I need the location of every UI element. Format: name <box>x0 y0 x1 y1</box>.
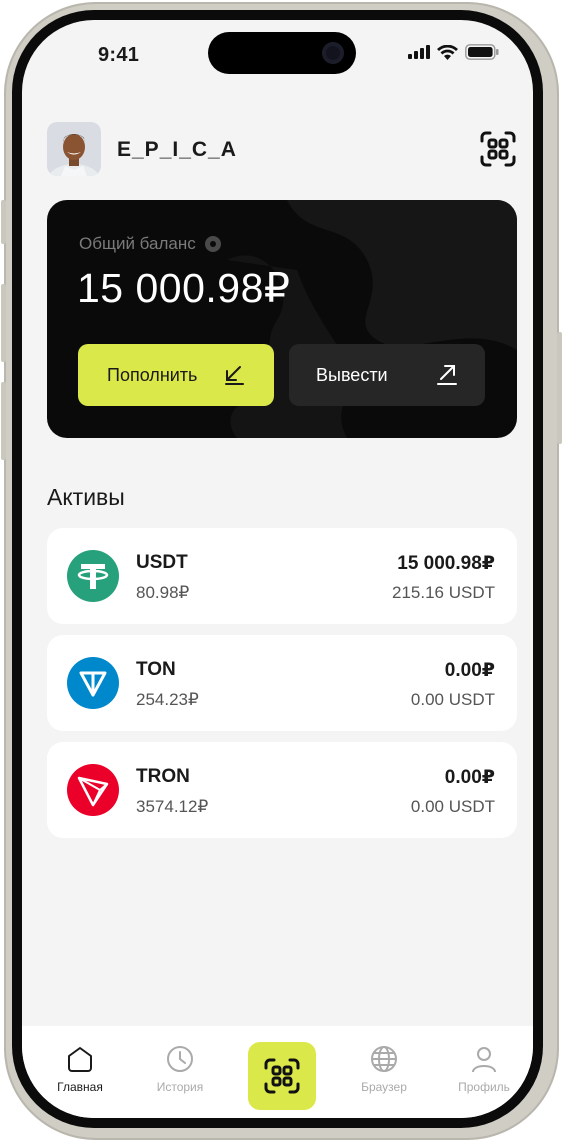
asset-price: 80.98₽ <box>136 583 190 602</box>
balance-card: Общий баланс 15 000.98₽ Пополнить Вывест… <box>47 200 517 438</box>
asset-name: TON <box>136 659 176 680</box>
volume-up-button <box>1 284 6 362</box>
dynamic-island <box>208 32 356 74</box>
tether-icon <box>67 550 119 602</box>
signal-icon <box>408 45 430 59</box>
header: E_P_I_C_A <box>47 122 517 176</box>
volume-down-button <box>1 382 6 460</box>
home-icon <box>68 1047 92 1072</box>
withdraw-label: Вывести <box>316 364 388 385</box>
balance-label: Общий баланс <box>79 234 222 254</box>
asset-item-usdt[interactable]: USDT 80.98₽ 15 000.98₽ 215.16 USDT <box>47 528 517 624</box>
tron-icon <box>67 764 119 816</box>
user-icon <box>472 1047 496 1073</box>
tab-scan[interactable] <box>248 1042 316 1110</box>
topup-button[interactable]: Пополнить <box>78 344 274 406</box>
arrow-up-right-icon <box>437 365 457 385</box>
asset-value: 0.00₽ <box>444 660 495 681</box>
eye-icon[interactable] <box>204 235 222 253</box>
username: E_P_I_C_A <box>117 138 237 161</box>
asset-price: 254.23₽ <box>136 690 199 709</box>
wifi-icon <box>437 44 458 60</box>
assets-title: Активы <box>47 484 125 510</box>
camera-icon <box>322 42 344 64</box>
asset-price: 3574.12₽ <box>136 797 209 816</box>
asset-amount: 0.00 USDT <box>410 690 495 709</box>
avatar-photo <box>47 122 101 176</box>
withdraw-button[interactable]: Вывести <box>289 344 485 406</box>
tab-profile-label: Профиль <box>458 1080 510 1094</box>
avatar[interactable] <box>47 122 101 176</box>
ton-icon <box>67 657 119 709</box>
tab-home-label: Главная <box>57 1080 103 1094</box>
asset-item-ton[interactable]: TON 254.23₽ 0.00₽ 0.00 USDT <box>47 635 517 731</box>
tab-history[interactable]: История <box>140 1044 220 1104</box>
tab-bar: Главная История Браузер Профиль <box>22 1026 533 1118</box>
qr-scan-icon <box>264 1058 300 1094</box>
qr-scan-icon <box>480 131 516 167</box>
asset-name: TRON <box>136 766 190 787</box>
topup-label: Пополнить <box>107 364 198 385</box>
battery-icon <box>465 44 499 60</box>
power-button <box>557 332 562 444</box>
asset-value: 0.00₽ <box>444 767 495 788</box>
globe-icon <box>371 1046 397 1072</box>
tab-profile[interactable]: Профиль <box>444 1044 524 1104</box>
qr-scan-button[interactable] <box>479 130 517 168</box>
tab-browser-label: Браузер <box>361 1080 407 1094</box>
asset-value: 15 000.98₽ <box>397 553 495 574</box>
arrow-down-left-icon <box>225 366 244 385</box>
asset-amount: 215.16 USDT <box>392 583 495 602</box>
tab-browser[interactable]: Браузер <box>344 1044 424 1104</box>
tab-history-label: История <box>156 1080 204 1094</box>
asset-name: USDT <box>136 552 188 573</box>
asset-amount: 0.00 USDT <box>410 797 495 816</box>
status-time: 9:41 <box>98 44 140 66</box>
clock-icon <box>167 1046 193 1072</box>
status-bar: 9:41 <box>22 20 533 90</box>
balance-amount: 15 000.98₽ <box>77 265 291 311</box>
app-screen: 9:41 E_P_I_C_A Общий баланс 15 000.98₽ П… <box>22 20 533 1118</box>
asset-item-tron[interactable]: TRON 3574.12₽ 0.00₽ 0.00 USDT <box>47 742 517 838</box>
tab-home[interactable]: Главная <box>40 1044 120 1104</box>
status-icons <box>408 44 499 60</box>
mute-switch <box>1 200 6 244</box>
balance-label-text: Общий баланс <box>79 234 196 253</box>
